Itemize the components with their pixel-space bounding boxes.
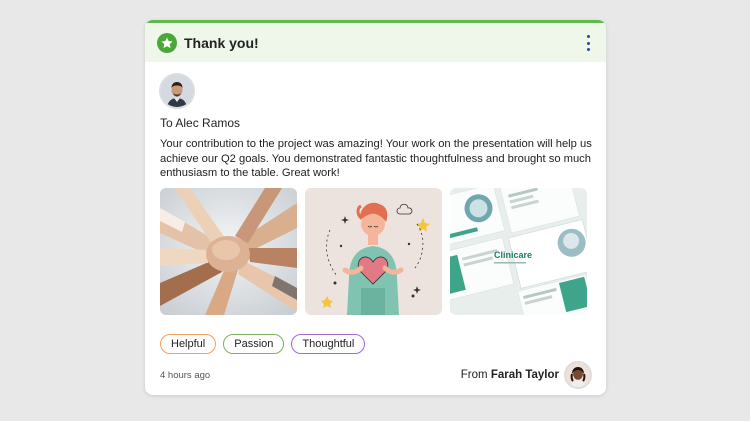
to-prefix: To [160, 116, 173, 130]
clinicare-brand-text: Clinicare [494, 250, 532, 260]
clinicare-presentation[interactable]: Clinicare [450, 188, 587, 315]
sender-name[interactable]: Farah Taylor [491, 369, 559, 381]
recipient-avatar [159, 73, 195, 109]
sender-line: From Farah Taylor [461, 367, 559, 383]
tag-thoughtful[interactable]: Thoughtful [291, 334, 366, 354]
card-header: Thank you! [145, 20, 606, 62]
tag-passion[interactable]: Passion [223, 334, 285, 354]
card-title: Thank you! [184, 35, 259, 51]
tag-helpful[interactable]: Helpful [160, 334, 217, 354]
kudos-card: Thank you! To Alec Ramos Your contributi… [145, 20, 606, 395]
star-icon [157, 33, 177, 53]
kudos-message: Your contribution to the project was ama… [160, 138, 592, 179]
team-hands-photo[interactable] [160, 188, 297, 315]
sender-avatar [564, 361, 592, 389]
timestamp: 4 hours ago [160, 370, 211, 381]
tag-list: Helpful Passion Thoughtful [160, 334, 366, 354]
heart-illustration[interactable] [305, 188, 442, 315]
photo-gallery: Clinicare [160, 188, 590, 316]
recipient-name[interactable]: Alec Ramos [175, 116, 240, 130]
recipient-line: To Alec Ramos [160, 115, 240, 131]
kebab-menu-icon[interactable] [582, 35, 594, 51]
from-prefix: From [460, 369, 488, 381]
